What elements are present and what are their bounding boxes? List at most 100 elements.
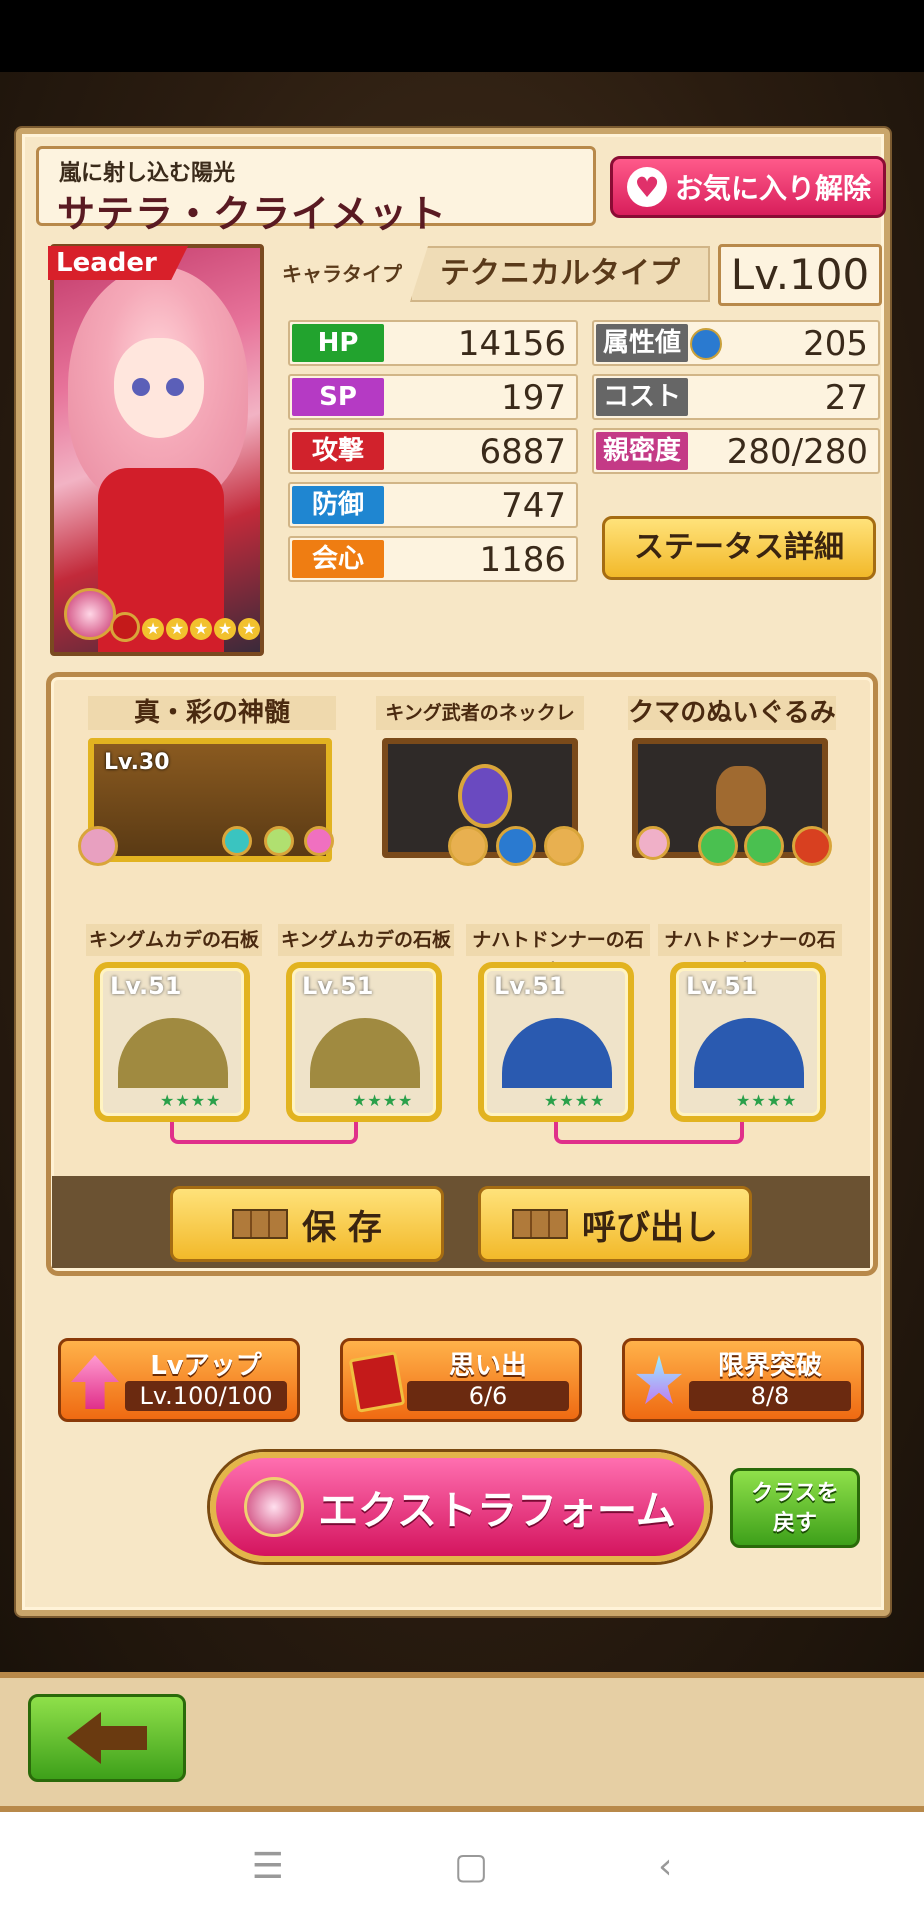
heart-icon: ♥ xyxy=(627,167,667,207)
stat-value: 6887 xyxy=(479,432,566,472)
lv-up-value: Lv.100/100 xyxy=(125,1381,287,1411)
slab-name: キングムカデの石板 xyxy=(278,924,454,956)
slab-slot[interactable]: Lv.51 ★★★★ xyxy=(286,962,442,1122)
stat-label: HP xyxy=(292,324,384,362)
back-arrow-icon xyxy=(67,1712,101,1764)
lv-up-title: Lvアップ xyxy=(150,1351,262,1381)
status-bar xyxy=(0,0,924,72)
class-revert-line2: 戻す xyxy=(772,1511,817,1536)
necklace-icon xyxy=(458,764,512,828)
home-icon[interactable]: ▢ xyxy=(454,1846,488,1887)
slab-level: Lv.51 xyxy=(110,972,182,1000)
slab-stars: ★★★★ xyxy=(544,1091,606,1110)
extra-form-button[interactable]: エクストラフォーム xyxy=(210,1452,710,1562)
stat-label: 属性値 xyxy=(596,324,688,362)
stat-sp: SP 197 xyxy=(288,374,578,420)
extra-form-label: エクストラフォーム xyxy=(318,1488,676,1534)
android-nav-bar: ☰ ▢ ‹ xyxy=(0,1812,924,1920)
slab-fan-icon xyxy=(118,1018,228,1088)
lock-heart-icon xyxy=(636,826,670,860)
portrait-face xyxy=(114,338,204,438)
limit-break-value: 8/8 xyxy=(689,1381,851,1411)
type-label: キャラタイプ xyxy=(282,262,402,286)
load-label: 呼び出し xyxy=(582,1207,718,1248)
portrait-eye xyxy=(132,378,150,396)
teddy-bear-icon xyxy=(716,766,766,826)
stat-value: 197 xyxy=(501,378,566,418)
slab-level: Lv.51 xyxy=(686,972,758,1000)
slab-fan-icon xyxy=(694,1018,804,1088)
stat-label: 攻撃 xyxy=(292,432,384,470)
slab-slot[interactable]: Lv.51 ★★★★ xyxy=(94,962,250,1122)
arrow-up-icon xyxy=(71,1355,119,1409)
star-icon: ★ xyxy=(142,618,164,640)
gem-icon xyxy=(264,826,294,856)
stat-label: コスト xyxy=(596,378,688,416)
title-box: 嵐に射し込む陽光 サテラ・クライメット xyxy=(36,146,596,236)
lv-up-button[interactable]: Lvアップ Lv.100/100 xyxy=(58,1338,300,1422)
brick-save-icon xyxy=(232,1209,289,1239)
stat-value: 27 xyxy=(824,378,868,418)
star-icon: ★ xyxy=(214,618,236,640)
status-detail-button[interactable]: ステータス詳細 xyxy=(602,516,876,580)
leader-badge: Leader xyxy=(48,246,188,280)
brick-load-icon xyxy=(512,1209,568,1239)
screen: 嵐に射し込む陽光 サテラ・クライメット ♥ お気に入り解除 Leader ★ ★… xyxy=(0,0,924,1920)
stat-value: 14156 xyxy=(457,324,566,364)
stat-attack: 攻撃 6887 xyxy=(288,428,578,474)
heart-boost-icon xyxy=(698,826,738,866)
character-name: サテラ・クライメット xyxy=(57,192,448,236)
slab-name: キングムカデの石板 xyxy=(86,924,262,956)
slab-stars: ★★★★ xyxy=(736,1091,798,1110)
load-button[interactable]: 呼び出し xyxy=(478,1186,752,1262)
back-button[interactable] xyxy=(28,1694,186,1782)
gem-icon xyxy=(222,826,252,856)
star-icon: ★ xyxy=(166,618,188,640)
stat-hp: HP 14156 xyxy=(288,320,578,366)
slab-stars: ★★★★ xyxy=(352,1091,414,1110)
card-icon xyxy=(348,1351,406,1413)
slab-set-link xyxy=(554,1122,744,1144)
unfavorite-button[interactable]: ♥ お気に入り解除 xyxy=(610,156,886,218)
water-icon xyxy=(690,328,722,360)
slab-stars: ★★★★ xyxy=(160,1091,222,1110)
lock-heart-icon xyxy=(78,826,118,866)
menu-icon[interactable]: ☰ xyxy=(252,1846,284,1887)
muscle-icon xyxy=(448,826,488,866)
memories-title: 思い出 xyxy=(448,1351,527,1381)
slab-fan-icon xyxy=(310,1018,420,1088)
stat-value: 1186 xyxy=(479,540,566,580)
save-button[interactable]: 保 存 xyxy=(170,1186,444,1262)
slab-slot[interactable]: Lv.51 ★★★★ xyxy=(670,962,826,1122)
stat-critical: 会心 1186 xyxy=(288,536,578,582)
unfavorite-label: お気に入り解除 xyxy=(675,172,872,205)
class-revert-button[interactable]: クラスを 戻す xyxy=(730,1468,860,1548)
memories-button[interactable]: 思い出 6/6 xyxy=(340,1338,582,1422)
back-icon[interactable]: ‹ xyxy=(658,1846,672,1887)
attack-up-icon xyxy=(792,826,832,866)
weapon-level: Lv.30 xyxy=(104,750,170,775)
slab-set-link xyxy=(170,1122,358,1144)
equipment-name: キング武者のネックレス xyxy=(376,696,584,758)
rarity-stars: ★ ★ ★ ★ ★ xyxy=(142,618,260,640)
star-icon: ★ xyxy=(238,618,260,640)
class-emblem-icon xyxy=(64,588,116,640)
slab-slot[interactable]: Lv.51 ★★★★ xyxy=(478,962,634,1122)
character-level: Lv.100 xyxy=(718,244,882,306)
stat-intimacy: 親密度 280/280 xyxy=(592,428,880,474)
equipment-name: 真・彩の神髄 xyxy=(88,696,336,730)
stat-value: 280/280 xyxy=(726,432,868,472)
slab-level: Lv.51 xyxy=(494,972,566,1000)
limit-break-button[interactable]: 限界突破 8/8 xyxy=(622,1338,864,1422)
stat-value: 747 xyxy=(501,486,566,526)
stat-label: 防御 xyxy=(292,486,384,524)
gem-icon xyxy=(304,826,334,856)
fire-element-icon xyxy=(110,612,140,642)
weapon-slot[interactable]: Lv.30 xyxy=(88,738,332,862)
stat-cost: コスト 27 xyxy=(592,374,880,420)
limit-break-title: 限界突破 xyxy=(717,1351,822,1381)
back-arrow-shaft xyxy=(101,1726,147,1750)
slab-name: ナハトドンナーの石板 xyxy=(658,924,842,983)
stat-defense: 防御 747 xyxy=(288,482,578,528)
slab-name: ナハトドンナーの石板 xyxy=(466,924,650,983)
